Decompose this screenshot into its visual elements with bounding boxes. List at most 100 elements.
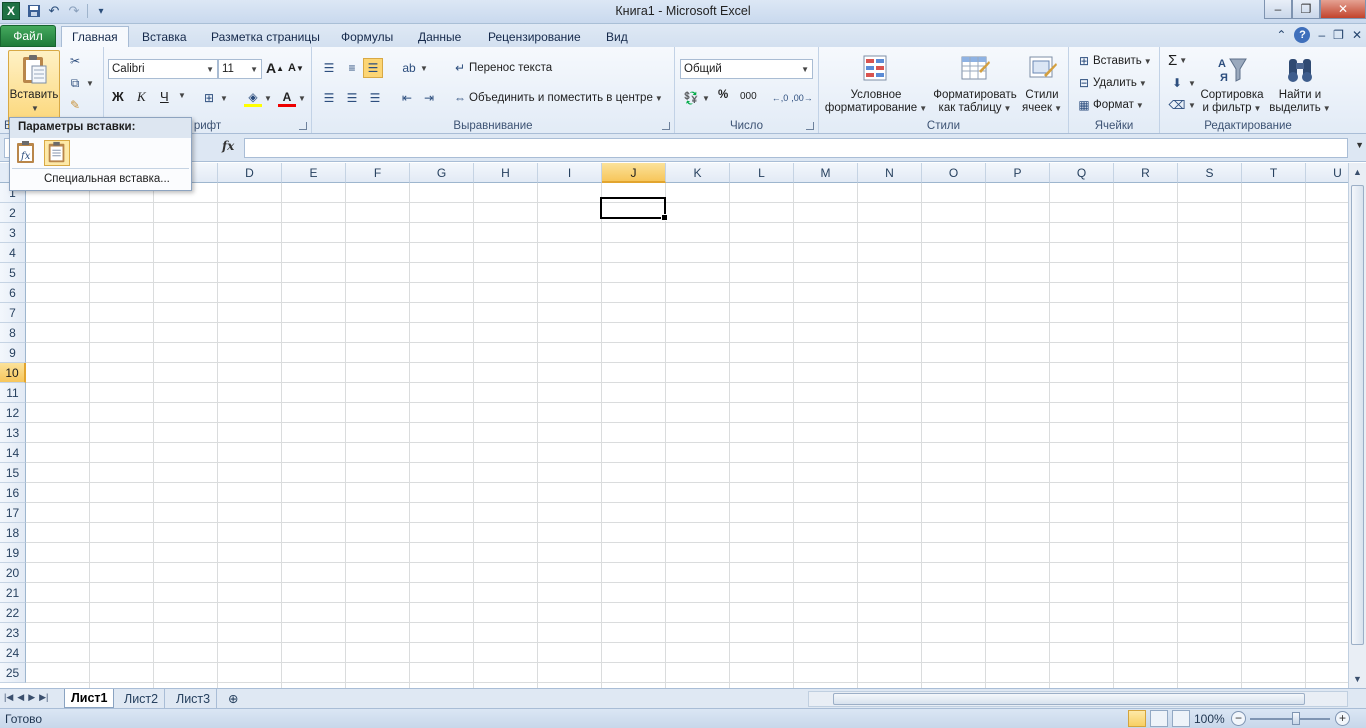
italic-button[interactable]: К [137, 89, 146, 105]
font-color-button[interactable]: A ▼ [278, 89, 306, 107]
bold-button[interactable]: Ж [112, 89, 124, 104]
format-painter-button[interactable]: ✎ [66, 96, 84, 114]
workbook-close-icon[interactable]: ✕ [1352, 28, 1362, 42]
wrap-text-button[interactable]: ↵ Перенос текста [451, 59, 552, 77]
orientation-button[interactable]: ab ▼ [400, 59, 428, 77]
column-header-m[interactable]: M [794, 163, 858, 183]
zoom-level[interactable]: 100% [1194, 712, 1225, 726]
row-header-12[interactable]: 12 [0, 403, 26, 423]
excel-app-icon[interactable]: X [2, 2, 20, 20]
customize-qat-icon[interactable]: ▾ [92, 2, 110, 20]
grow-font-button[interactable]: A ▲ [266, 60, 284, 76]
conditional-formatting-button[interactable]: Условное форматирование ▼ [823, 53, 929, 115]
undo-icon[interactable]: ↶ [45, 2, 63, 20]
decrease-decimal-button[interactable]: ,00→ [791, 89, 813, 107]
help-icon[interactable]: ? [1294, 27, 1311, 43]
tab-insert[interactable]: Вставка [132, 26, 197, 47]
row-header-24[interactable]: 24 [0, 643, 26, 663]
row-header-6[interactable]: 6 [0, 283, 26, 303]
row-header-4[interactable]: 4 [0, 243, 26, 263]
vertical-scroll-thumb[interactable] [1351, 185, 1364, 645]
tab-data[interactable]: Данные [408, 26, 471, 47]
increase-indent-button[interactable]: ⇥ [420, 89, 438, 107]
formula-input[interactable] [244, 138, 1348, 158]
cut-button[interactable]: ✂ [66, 52, 84, 70]
format-as-table-button[interactable]: Форматировать как таблицу ▼ [929, 53, 1021, 115]
increase-decimal-button[interactable]: ←,0 [771, 89, 789, 107]
zoom-out-button[interactable]: − [1231, 711, 1246, 726]
column-header-g[interactable]: G [410, 163, 474, 183]
align-right-button[interactable]: ☰ [366, 89, 384, 107]
column-header-f[interactable]: F [346, 163, 410, 183]
zoom-slider-thumb[interactable] [1292, 712, 1300, 725]
number-dialog-launcher[interactable] [806, 122, 814, 130]
thousands-button[interactable]: 000 [740, 91, 757, 102]
insert-sheet-icon[interactable]: ⊕ [222, 689, 244, 708]
row-header-23[interactable]: 23 [0, 623, 26, 643]
shrink-font-button[interactable]: A ▼ [288, 62, 304, 74]
column-header-n[interactable]: N [858, 163, 922, 183]
close-button[interactable]: ✕ [1320, 0, 1366, 19]
minimize-ribbon-icon[interactable]: ⌃ [1276, 28, 1286, 42]
worksheet-grid[interactable]: ABCDEFGHIJKLMNOPQRSTU1234567891011121314… [0, 163, 1348, 688]
align-center-button[interactable]: ☰ [343, 89, 361, 107]
tab-review[interactable]: Рецензирование [478, 26, 591, 47]
column-header-r[interactable]: R [1114, 163, 1178, 183]
column-header-e[interactable]: E [282, 163, 346, 183]
row-header-18[interactable]: 18 [0, 523, 26, 543]
zoom-in-button[interactable]: + [1335, 711, 1350, 726]
paste-special-item[interactable]: Специальная вставка... [44, 173, 170, 185]
save-icon[interactable] [25, 2, 43, 20]
row-header-19[interactable]: 19 [0, 543, 26, 563]
page-layout-view-icon[interactable] [1150, 710, 1168, 727]
row-header-7[interactable]: 7 [0, 303, 26, 323]
font-name-combo[interactable]: Calibri ▼ [108, 59, 218, 79]
row-header-13[interactable]: 13 [0, 423, 26, 443]
column-header-o[interactable]: O [922, 163, 986, 183]
column-header-s[interactable]: S [1178, 163, 1242, 183]
row-header-14[interactable]: 14 [0, 443, 26, 463]
sheet-tab-list2[interactable]: Лист2 [118, 689, 166, 708]
column-header-l[interactable]: L [730, 163, 794, 183]
alignment-dialog-launcher[interactable] [662, 122, 670, 130]
row-header-9[interactable]: 9 [0, 343, 26, 363]
column-header-u[interactable]: U [1306, 163, 1348, 183]
copy-button[interactable]: ⧉ ▼ [66, 74, 94, 92]
insert-function-button[interactable]: fx [222, 139, 234, 153]
column-header-h[interactable]: H [474, 163, 538, 183]
number-format-combo[interactable]: Общий ▼ [680, 59, 813, 79]
minimize-button[interactable]: ‒ [1264, 0, 1292, 19]
find-select-button[interactable]: Найти и выделить ▼ [1266, 53, 1334, 115]
scroll-up-icon[interactable]: ▲ [1353, 167, 1362, 177]
column-header-t[interactable]: T [1242, 163, 1306, 183]
paste-button-content[interactable]: Вставить ▼ [8, 53, 60, 115]
row-header-5[interactable]: 5 [0, 263, 26, 283]
underline-dropdown-icon[interactable]: ▼ [176, 91, 186, 100]
tab-formulas[interactable]: Формулы [331, 26, 403, 47]
active-cell-j10[interactable] [600, 197, 668, 221]
column-header-j[interactable]: J [602, 163, 666, 183]
row-header-21[interactable]: 21 [0, 583, 26, 603]
column-header-p[interactable]: P [986, 163, 1050, 183]
horizontal-scroll-thumb[interactable] [833, 693, 1305, 705]
column-header-k[interactable]: K [666, 163, 730, 183]
sort-filter-button[interactable]: AЯ Сортировка и фильтр ▼ [1196, 53, 1268, 115]
row-header-15[interactable]: 15 [0, 463, 26, 483]
row-header-20[interactable]: 20 [0, 563, 26, 583]
row-header-2[interactable]: 2 [0, 203, 26, 223]
paste-option-keep-icon[interactable] [44, 140, 70, 166]
zoom-slider-track[interactable] [1250, 718, 1330, 720]
vertical-scrollbar[interactable]: ▲ ▼ [1348, 163, 1366, 688]
first-sheet-icon[interactable]: |◀ [4, 692, 13, 703]
sheet-tab-list1[interactable]: Лист1 [64, 689, 115, 708]
font-size-combo[interactable]: 11 ▼ [218, 59, 262, 79]
decrease-indent-button[interactable]: ⇤ [398, 89, 416, 107]
underline-button[interactable]: Ч [160, 89, 169, 104]
tab-view[interactable]: Вид [596, 26, 638, 47]
prev-sheet-icon[interactable]: ◀ [17, 692, 24, 703]
insert-cells-button[interactable]: ⊞ Вставить ▼ [1075, 52, 1152, 70]
row-header-8[interactable]: 8 [0, 323, 26, 343]
align-left-button[interactable]: ☰ [320, 89, 338, 107]
row-header-11[interactable]: 11 [0, 383, 26, 403]
paste-option-formulas-icon[interactable]: fx [14, 140, 40, 166]
